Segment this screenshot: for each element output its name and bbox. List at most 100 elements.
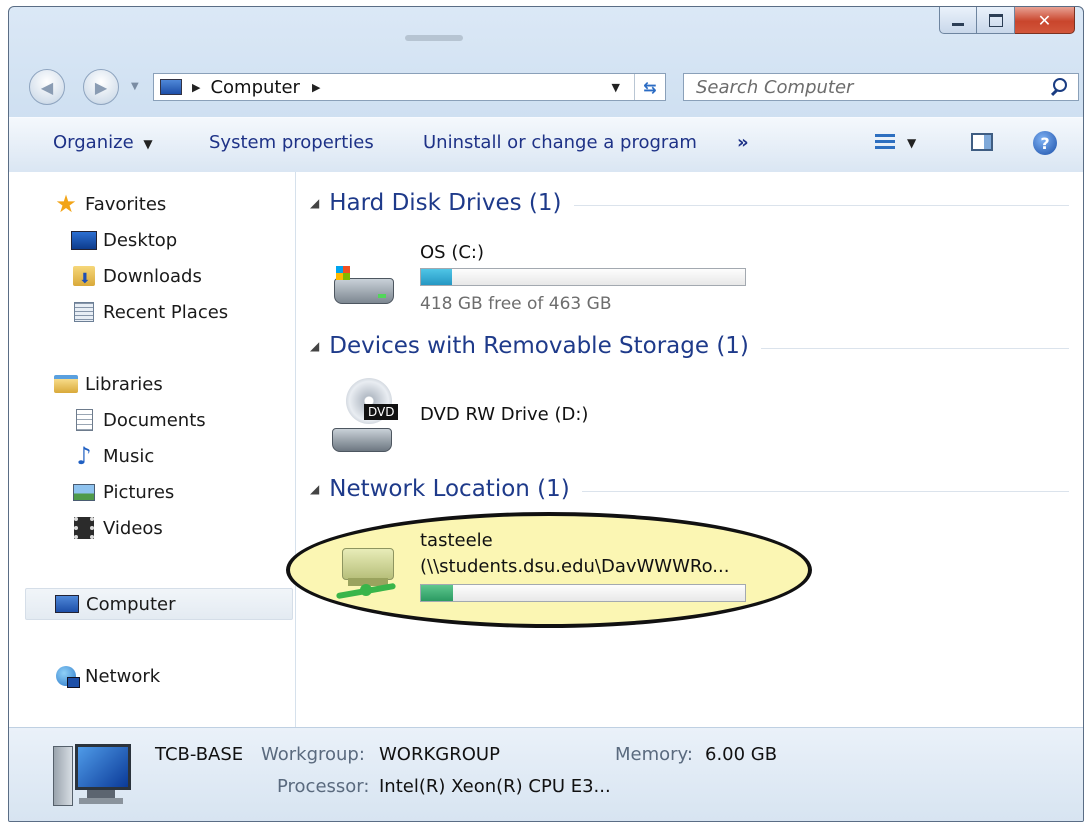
close-icon: ✕: [1037, 10, 1052, 30]
nav-music[interactable]: ♪ Music: [71, 440, 154, 472]
help-button[interactable]: ?: [1033, 131, 1057, 155]
details-pane: TCB-BASE Workgroup: WORKGROUP Memory: 6.…: [9, 727, 1083, 821]
dvd-drive-icon: DVD: [330, 378, 402, 458]
help-icon: ?: [1033, 131, 1057, 155]
workgroup-label: Workgroup:: [261, 744, 365, 765]
minimize-icon: [952, 22, 964, 26]
minimize-button[interactable]: [939, 7, 977, 34]
nav-label: Favorites: [85, 193, 167, 215]
nav-label: Computer: [86, 593, 176, 615]
maximize-icon: [988, 13, 1003, 27]
nav-network[interactable]: Network: [53, 660, 160, 692]
nav-videos[interactable]: Videos: [71, 512, 163, 544]
documents-icon: [71, 407, 97, 433]
nav-computer[interactable]: Computer: [25, 588, 293, 620]
nav-label: Documents: [103, 409, 206, 431]
drive-name: tasteele: [420, 530, 493, 551]
background-blur: [405, 35, 463, 41]
desktop-icon: [71, 227, 97, 253]
chevron-down-icon: ▼: [143, 137, 153, 151]
dvd-badge: DVD: [364, 404, 399, 420]
star-icon: ★: [55, 190, 77, 218]
group-title: Devices with Removable Storage (1): [329, 333, 749, 359]
computer-name: TCB-BASE: [155, 744, 244, 765]
address-dropdown-icon[interactable]: ▼: [612, 81, 620, 94]
preview-pane-button[interactable]: [971, 133, 993, 151]
drive-os-c[interactable]: OS (C:) 418 GB free of 463 GB: [326, 232, 766, 322]
crumb-separator-icon[interactable]: ▶: [312, 81, 320, 94]
computer-icon: [54, 591, 80, 617]
back-arrow-icon: ◀: [40, 77, 54, 97]
refresh-button[interactable]: ⇆: [634, 74, 665, 100]
nav-favorites[interactable]: ★ Favorites: [53, 188, 166, 220]
collapse-triangle-icon: ◢: [310, 196, 320, 210]
memory-value: 6.00 GB: [705, 744, 778, 765]
recent-places-icon: [71, 299, 97, 325]
nav-downloads[interactable]: ⬇ Downloads: [71, 260, 202, 292]
libraries-icon: [53, 371, 79, 397]
back-button[interactable]: ◀: [29, 69, 65, 105]
uninstall-program-button[interactable]: Uninstall or change a program: [423, 132, 697, 153]
drive-path: (\\students.dsu.edu\DavWWWRo...: [420, 556, 730, 577]
organize-button[interactable]: Organize ▼: [53, 132, 153, 153]
processor-label: Processor:: [277, 776, 370, 797]
downloads-icon: ⬇: [71, 263, 97, 289]
drive-dvd-d[interactable]: DVD DVD RW Drive (D:): [326, 372, 766, 462]
nav-label: Libraries: [85, 373, 163, 395]
drive-name: OS (C:): [420, 242, 484, 263]
group-hard-disk-drives[interactable]: ◢ Hard Disk Drives (1): [310, 186, 1069, 220]
search-box[interactable]: [683, 73, 1079, 101]
nav-desktop[interactable]: Desktop: [71, 224, 177, 256]
address-bar[interactable]: ▶ Computer ▶ ▼ ⇆: [153, 73, 666, 101]
group-title: Hard Disk Drives (1): [329, 190, 562, 216]
refresh-icon: ⇆: [643, 77, 657, 97]
system-properties-button[interactable]: System properties: [209, 132, 374, 153]
nav-label: Videos: [103, 517, 163, 539]
group-removable-storage[interactable]: ◢ Devices with Removable Storage (1): [310, 329, 1069, 363]
maximize-button[interactable]: [977, 7, 1015, 34]
recent-pages-button[interactable]: ▼: [131, 81, 139, 92]
nav-label: Desktop: [103, 229, 178, 251]
caption-buttons: ✕: [939, 7, 1075, 34]
view-icon: [875, 134, 895, 152]
navigation-pane: ★ Favorites Desktop ⬇ Downloads Recent P…: [9, 172, 296, 727]
search-input[interactable]: [684, 75, 1050, 99]
nav-label: Network: [85, 665, 161, 687]
address-row: ◀ ▶ ▼ ▶ Computer ▶ ▼ ⇆: [23, 65, 1079, 105]
nav-recent-places[interactable]: Recent Places: [71, 296, 228, 328]
workgroup-value: WORKGROUP: [379, 744, 500, 765]
preview-pane-icon: [971, 133, 993, 151]
drive-free-space: 418 GB free of 463 GB: [420, 294, 612, 314]
music-icon: ♪: [76, 442, 92, 470]
crumb-separator-icon: ▶: [192, 80, 201, 94]
command-bar: Organize ▼ System properties Uninstall o…: [9, 117, 1083, 173]
network-drive-tasteele[interactable]: tasteele (\\students.dsu.edu\DavWWWRo...: [326, 522, 766, 622]
capacity-bar: [420, 584, 746, 602]
pictures-icon: [71, 479, 97, 505]
search-icon[interactable]: [1050, 77, 1070, 97]
crumb-computer[interactable]: Computer: [210, 77, 299, 98]
chevron-down-icon: ▼: [907, 136, 917, 150]
more-commands-button[interactable]: »: [737, 132, 749, 153]
change-view-button[interactable]: ▼: [875, 134, 916, 152]
content-area: ★ Favorites Desktop ⬇ Downloads Recent P…: [9, 172, 1083, 727]
processor-value: Intel(R) Xeon(R) CPU E3...: [379, 776, 611, 797]
nav-pictures[interactable]: Pictures: [71, 476, 174, 508]
forward-button[interactable]: ▶: [83, 69, 119, 105]
drive-name: DVD RW Drive (D:): [420, 404, 589, 425]
network-icon: [53, 663, 80, 689]
forward-arrow-icon: ▶: [94, 77, 108, 97]
organize-label: Organize: [53, 132, 134, 153]
group-network-location[interactable]: ◢ Network Location (1): [310, 472, 1069, 506]
explorer-window: ✕ ◀ ▶ ▼ ▶ Computer ▶ ▼ ⇆ Search Computer…: [8, 6, 1084, 822]
capacity-bar: [420, 268, 746, 286]
nav-label: Recent Places: [103, 301, 229, 323]
collapse-triangle-icon: ◢: [310, 482, 320, 496]
hard-drive-icon: [330, 266, 394, 308]
nav-label: Pictures: [103, 481, 175, 503]
nav-documents[interactable]: Documents: [71, 404, 206, 436]
group-title: Network Location (1): [329, 476, 570, 502]
nav-libraries[interactable]: Libraries: [53, 368, 163, 400]
nav-label: Music: [103, 445, 155, 467]
close-button[interactable]: ✕: [1015, 7, 1075, 34]
